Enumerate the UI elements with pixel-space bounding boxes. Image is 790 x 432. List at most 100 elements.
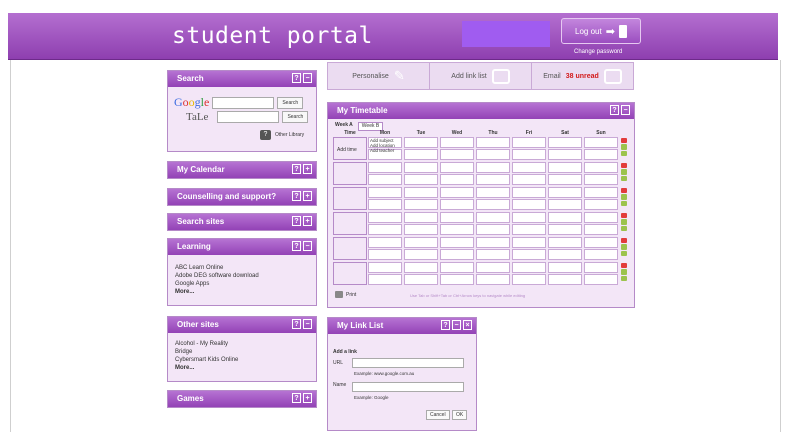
other-library-link[interactable]: Other Library xyxy=(275,132,304,138)
tale-search-button[interactable]: Search xyxy=(282,111,309,123)
expand-icon[interactable]: + xyxy=(303,164,312,174)
help-icon[interactable]: ? xyxy=(610,105,619,115)
help-icon[interactable]: ? xyxy=(292,73,301,83)
print-button[interactable]: Print xyxy=(335,291,356,298)
link-list-widget: My Link List ? − × Add a link URL Example:… xyxy=(327,317,477,431)
day-header: Wed xyxy=(451,130,463,136)
url-input[interactable] xyxy=(352,358,464,368)
name-label: Name xyxy=(333,382,347,388)
row-controls[interactable] xyxy=(621,213,627,231)
cancel-button[interactable]: Cancel xyxy=(426,410,450,420)
collapse-icon[interactable]: − xyxy=(621,105,630,115)
email-unread-count: 38 unread xyxy=(565,72,599,80)
search-sites-widget[interactable]: Search sites ? + xyxy=(167,213,317,231)
row-controls[interactable] xyxy=(621,138,627,156)
email-button[interactable]: Email 38 unread xyxy=(532,63,633,89)
google-search-input[interactable] xyxy=(212,96,275,109)
widget-title: Other sites xyxy=(177,320,219,329)
tab-week-a[interactable]: Week A xyxy=(332,122,356,129)
logout-button[interactable]: Log out ➡ xyxy=(561,18,641,44)
widget-title: Learning xyxy=(177,242,211,251)
widget-title: My Calendar xyxy=(177,165,225,174)
help-icon[interactable]: ? xyxy=(292,319,301,329)
widget-title: Search sites xyxy=(177,217,225,226)
other-site-link[interactable]: Cybersmart Kids Online xyxy=(175,356,309,364)
learning-link[interactable]: Adobe DEG software download xyxy=(175,272,309,280)
close-icon[interactable]: × xyxy=(463,320,472,330)
add-teacher-link[interactable]: Add teacher xyxy=(370,148,395,153)
page-right-border xyxy=(780,60,781,432)
timetable-hint: Use Tab or Shift+Tab or Ctrl+Arrow keys … xyxy=(410,293,526,298)
day-header: Time xyxy=(344,130,356,136)
help-icon[interactable]: ? xyxy=(292,216,301,226)
username-box xyxy=(462,21,550,47)
row-controls[interactable] xyxy=(621,188,627,206)
collapse-icon[interactable]: − xyxy=(303,241,312,251)
arrow-right-icon: ➡ xyxy=(605,25,615,38)
url-label: URL xyxy=(333,360,344,366)
search-widget: Search ? − Google Search TaLe Search ? Ot… xyxy=(167,70,317,152)
widget-title: My Link List xyxy=(337,321,384,330)
add-link-heading: Add a link xyxy=(333,349,357,355)
widget-title: Games xyxy=(177,394,204,403)
page-left-border xyxy=(10,60,11,432)
help-icon[interactable]: ? xyxy=(441,320,450,330)
door-icon xyxy=(618,24,627,38)
other-site-link[interactable]: Alcohol - My Reality xyxy=(175,340,309,348)
header-bar: student portal Log out ➡ Change password xyxy=(8,13,778,60)
collapse-icon[interactable]: − xyxy=(303,73,312,83)
learning-link[interactable]: ABC Learn Online xyxy=(175,264,309,272)
quick-actions-bar: Personalise ✎ Add link list Email 38 unr… xyxy=(327,62,634,90)
link-list-icon xyxy=(491,68,510,84)
day-header: Mon xyxy=(379,130,391,136)
envelope-icon xyxy=(603,68,622,84)
row-controls[interactable] xyxy=(621,263,627,281)
more-link[interactable]: More... xyxy=(175,364,309,372)
row-controls[interactable] xyxy=(621,238,627,256)
help-icon[interactable]: ? xyxy=(292,393,301,403)
other-sites-widget: Other sites ? − Alcohol - My Reality Brid… xyxy=(167,316,317,382)
row-controls[interactable] xyxy=(621,163,627,181)
other-site-link[interactable]: Bridge xyxy=(175,348,309,356)
widget-title: Search xyxy=(177,74,204,83)
my-calendar-widget[interactable]: My Calendar ? + xyxy=(167,161,317,179)
name-input[interactable] xyxy=(352,382,464,392)
printer-icon xyxy=(335,291,343,298)
widget-header: Search ? − xyxy=(168,71,316,87)
help-icon[interactable]: ? xyxy=(292,164,301,174)
first-cell-actions: Add subject Add location Add teacher xyxy=(370,138,395,153)
collapse-icon[interactable]: − xyxy=(303,319,312,329)
timetable-grid xyxy=(333,137,618,285)
portal-logo[interactable]: student portal xyxy=(172,23,373,49)
widget-title: Counselling and support? xyxy=(177,192,277,201)
tale-search-input[interactable] xyxy=(217,111,280,123)
day-header: Sat xyxy=(561,130,569,136)
logout-label: Log out xyxy=(575,26,602,36)
learning-widget: Learning ? − ABC Learn Online Adobe DEG s… xyxy=(167,238,317,306)
counselling-widget[interactable]: Counselling and support? ? + xyxy=(167,188,317,206)
timetable-widget: My Timetable ? − Week A Week B Time Mon T… xyxy=(327,102,635,308)
change-password-link[interactable]: Change password xyxy=(574,49,622,55)
expand-icon[interactable]: + xyxy=(303,216,312,226)
day-header: Tue xyxy=(416,130,426,136)
day-header: Fri xyxy=(525,130,533,136)
more-link[interactable]: More... xyxy=(175,288,309,296)
help-icon[interactable]: ? xyxy=(292,241,301,251)
google-search-button[interactable]: Search xyxy=(277,96,304,109)
expand-icon[interactable]: + xyxy=(303,393,312,403)
games-widget[interactable]: Games ? + xyxy=(167,390,317,408)
learning-link[interactable]: Google Apps xyxy=(175,280,309,288)
url-example: Example: www.google.com.au xyxy=(354,371,415,376)
ok-button[interactable]: OK xyxy=(452,410,468,420)
personalise-button[interactable]: Personalise ✎ xyxy=(328,63,430,89)
collapse-icon[interactable]: − xyxy=(452,320,461,330)
help-icon[interactable]: ? xyxy=(292,191,301,201)
google-logo: Google xyxy=(174,95,210,109)
widget-title: My Timetable xyxy=(337,106,388,115)
paintbrush-icon: ✎ xyxy=(393,68,405,83)
add-link-list-button[interactable]: Add link list xyxy=(430,63,532,89)
expand-icon[interactable]: + xyxy=(303,191,312,201)
add-time-link[interactable]: Add time xyxy=(337,147,357,153)
library-icon: ? xyxy=(260,130,271,140)
tale-logo: TaLe xyxy=(186,111,209,123)
